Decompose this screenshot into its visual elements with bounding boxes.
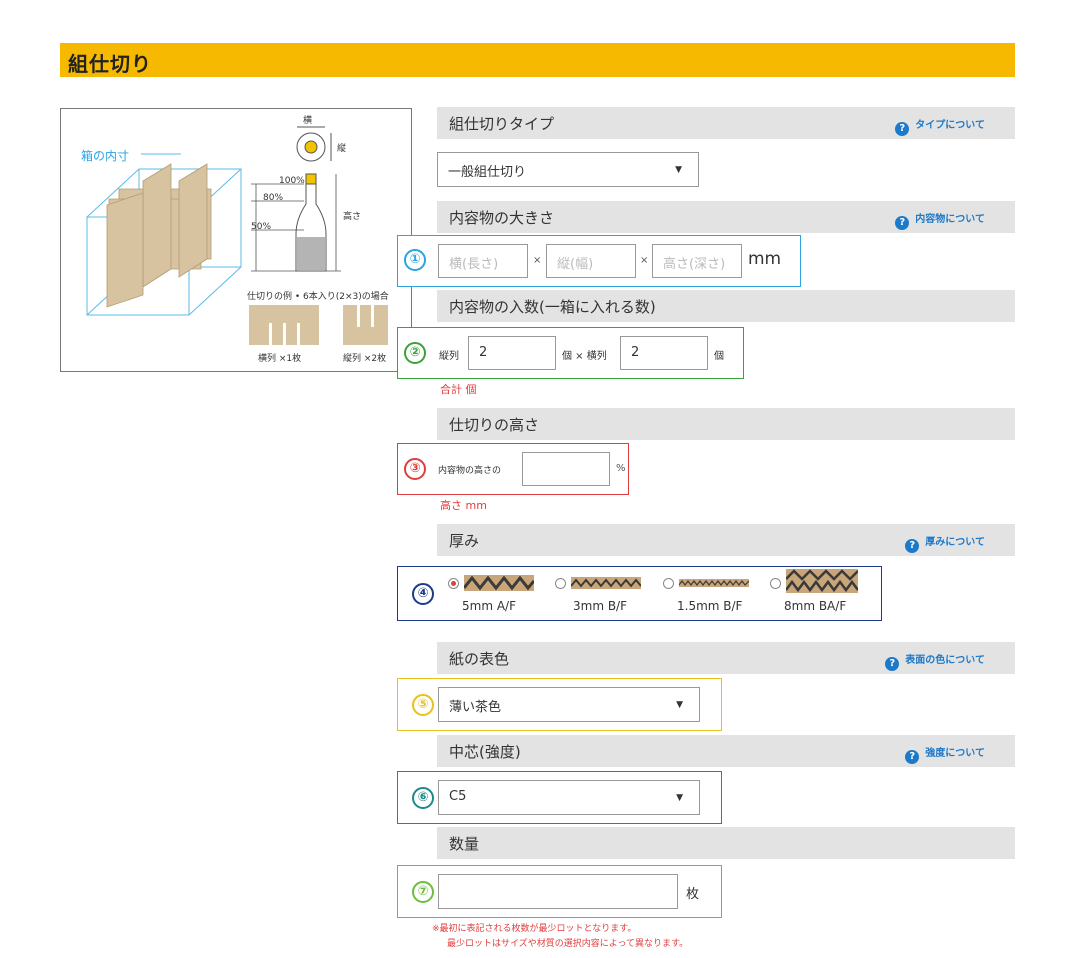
inner-size-label: 箱の内寸 — [81, 149, 130, 163]
dropdown-arrow-icon: ▼ — [676, 793, 683, 803]
section-type-header: 組仕切りタイプ ? タイプについて — [437, 107, 1015, 139]
question-icon: ? — [905, 539, 920, 553]
yoko-count-input[interactable]: 2 — [620, 336, 708, 370]
height-percent-label: 内容物の高さの — [438, 466, 502, 476]
height-percent-input[interactable] — [522, 452, 610, 486]
section-core-header: 中芯(強度) ? 強度について — [437, 735, 1015, 767]
min-lot-note-1: ※最初に表記される枚数が最少ロットとなります。 — [432, 924, 637, 934]
section-size-header: 内容物の大きさ ? 内容物について — [437, 201, 1015, 233]
flute-3mm-icon — [571, 577, 641, 589]
section-size-label: 内容物の大きさ — [449, 209, 555, 227]
section-thickness-header: 厚み ? 厚みについて — [437, 524, 1015, 556]
piece2-caption: 縦列 ×2枚 — [343, 354, 387, 364]
question-icon: ? — [895, 216, 910, 230]
core-strength-select[interactable]: C5 ▼ — [438, 780, 700, 815]
thickness-help-link[interactable]: ? 厚みについて — [905, 533, 985, 553]
thickness-option-3mm[interactable]: 3mm B/F — [555, 573, 650, 617]
section-height-header: 仕切りの高さ — [437, 408, 1015, 440]
piece1-caption: 横列 ×1枚 — [258, 354, 302, 364]
depth-input[interactable]: 縦(幅) — [546, 244, 636, 278]
partition-type-select[interactable]: 一般組仕切り ▼ — [437, 152, 699, 187]
count-total: 合計 個 — [440, 383, 477, 396]
pct100-label: 100% — [279, 176, 305, 186]
color-select-group: ⑤ 薄い茶色 ▼ — [397, 678, 722, 731]
step-5-badge: ⑤ — [412, 694, 434, 716]
height-input[interactable]: 高さ(深さ) — [652, 244, 742, 278]
percent-unit: % — [616, 463, 626, 474]
surface-color-select[interactable]: 薄い茶色 ▼ — [438, 687, 700, 722]
step-4-badge: ④ — [412, 583, 434, 605]
thickness-option-8mm[interactable]: 8mm BA/F — [770, 569, 870, 617]
radio-8mm[interactable] — [770, 578, 781, 589]
flute-1.5mm-icon — [679, 579, 749, 587]
height-input-group: ③ 内容物の高さの % — [397, 443, 629, 495]
count-input-group: ② 縦列 2 個 × 横列 2 個 — [397, 327, 744, 379]
thickness-option-1.5mm[interactable]: 1.5mm B/F — [663, 573, 758, 617]
height-label: 高さ — [343, 212, 362, 222]
step-6-badge: ⑥ — [412, 787, 434, 809]
pct50-label: 50% — [251, 222, 272, 232]
type-help-link[interactable]: ? タイプについて — [895, 116, 985, 136]
page-title: 組仕切り — [68, 52, 152, 76]
yoko-label: 個 × 横列 — [562, 351, 607, 362]
core-select-group: ⑥ C5 ▼ — [397, 771, 722, 824]
quantity-input[interactable] — [438, 874, 678, 909]
example-caption: 仕切りの例 • 6本入り(2×3)の場合 — [247, 292, 389, 302]
step-1-badge: ① — [404, 249, 426, 271]
times-sign: × — [533, 255, 542, 266]
times-sign: × — [640, 255, 649, 266]
dropdown-arrow-icon: ▼ — [675, 165, 682, 175]
question-icon: ? — [885, 657, 900, 671]
height-result: 高さ mm — [440, 499, 487, 512]
section-type-label: 組仕切りタイプ — [449, 115, 555, 133]
step-7-badge: ⑦ — [412, 881, 434, 903]
width-label: 横 — [303, 116, 313, 126]
flute-5mm-icon — [464, 575, 534, 591]
core-help-link[interactable]: ? 強度について — [905, 744, 985, 764]
question-icon: ? — [895, 122, 910, 136]
color-help-link[interactable]: ? 表面の色について — [885, 651, 985, 671]
radio-1.5mm[interactable] — [663, 578, 674, 589]
pct80-label: 80% — [263, 193, 284, 203]
qty-input-group: ⑦ 枚 — [397, 865, 722, 918]
section-core-label: 中芯(強度) — [449, 743, 521, 761]
question-icon: ? — [905, 750, 920, 764]
section-count-header: 内容物の入数(一箱に入れる数) — [437, 290, 1015, 322]
radio-3mm[interactable] — [555, 578, 566, 589]
section-thickness-label: 厚み — [449, 532, 480, 550]
thickness-option-5mm[interactable]: 5mm A/F — [448, 573, 543, 617]
section-count-label: 内容物の入数(一箱に入れる数) — [449, 298, 656, 316]
thickness-options-group: ④ 5mm A/F 3mm B/F 1.5mm B/F 8mm BA/F — [397, 566, 882, 621]
section-color-header: 紙の表色 ? 表面の色について — [437, 642, 1015, 674]
min-lot-note-2: 最少ロットはサイズや材質の選択内容によって異なります。 — [447, 939, 689, 949]
qty-unit: 枚 — [686, 887, 700, 902]
flute-8mm-icon — [786, 569, 858, 593]
section-height-label: 仕切りの高さ — [449, 416, 540, 434]
tate-label: 縦列 — [439, 351, 459, 362]
size-input-group: ① 横(長さ) × 縦(幅) × 高さ(深さ) mm — [397, 235, 801, 287]
size-unit: mm — [748, 249, 782, 269]
step-2-badge: ② — [404, 342, 426, 364]
radio-5mm[interactable] — [448, 578, 459, 589]
section-color-label: 紙の表色 — [449, 650, 510, 668]
page-title-bar: 組仕切り — [60, 43, 1015, 77]
size-help-link[interactable]: ? 内容物について — [895, 210, 985, 230]
section-qty-label: 数量 — [449, 835, 480, 853]
step-3-badge: ③ — [404, 458, 426, 480]
dropdown-arrow-icon: ▼ — [676, 700, 683, 710]
partition-diagram: 箱の内寸 横 縦 高さ 100% 80% 50% 仕切りの例 • 6本入り(2×… — [60, 108, 412, 372]
depth-label: 縦 — [337, 144, 347, 154]
tate-count-input[interactable]: 2 — [468, 336, 556, 370]
width-input[interactable]: 横(長さ) — [438, 244, 528, 278]
count-unit: 個 — [714, 351, 724, 362]
section-qty-header: 数量 — [437, 827, 1015, 859]
